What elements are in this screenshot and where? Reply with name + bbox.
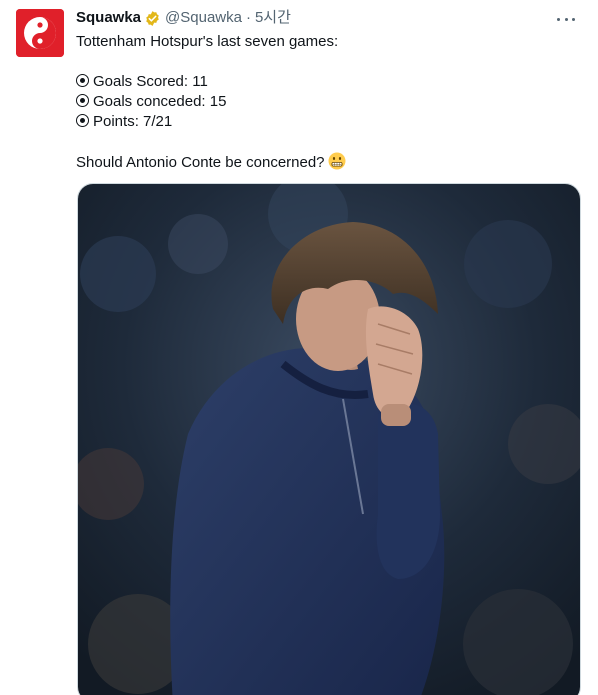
squawka-logo	[16, 9, 64, 57]
timestamp[interactable]: 5시간	[255, 8, 291, 28]
goals-conceded-text: Goals conceded: 15	[93, 93, 227, 110]
separator-dot: ·	[245, 9, 251, 26]
coach-photo	[78, 184, 580, 695]
radio-bullet-icon	[76, 74, 89, 87]
intro-line: Tottenham Hotspur's last seven games:	[76, 33, 339, 50]
stat-goals-scored: Goals Scored: 11	[76, 72, 582, 92]
avatar[interactable]	[16, 9, 64, 57]
tweet-photo[interactable]	[77, 183, 581, 695]
stat-points: Points: 7/21	[76, 112, 582, 132]
question-text: Should Antonio Conte be concerned?	[76, 154, 325, 171]
points-text: Points: 7/21	[93, 113, 173, 130]
tweet-text: Tottenham Hotspur's last seven games: Go…	[76, 32, 582, 172]
tweet[interactable]: Squawka @Squawka · 5시간 Tottenham Hotspur…	[0, 0, 598, 695]
question-line: Should Antonio Conte be concerned?	[76, 152, 582, 172]
stat-goals-conceded: Goals conceded: 15	[76, 92, 582, 112]
grimacing-face-emoji	[328, 152, 346, 170]
goals-scored-text: Goals Scored: 11	[93, 73, 208, 90]
tweet-content: Squawka @Squawka · 5시간 Tottenham Hotspur…	[76, 8, 582, 172]
radio-bullet-icon	[76, 114, 89, 127]
display-name[interactable]: Squawka	[76, 8, 141, 28]
radio-bullet-icon	[76, 94, 89, 107]
more-options-icon[interactable]	[554, 10, 578, 28]
verified-badge-icon	[144, 10, 161, 27]
tweet-header: Squawka @Squawka · 5시간	[76, 8, 582, 28]
handle[interactable]: @Squawka	[165, 8, 242, 28]
